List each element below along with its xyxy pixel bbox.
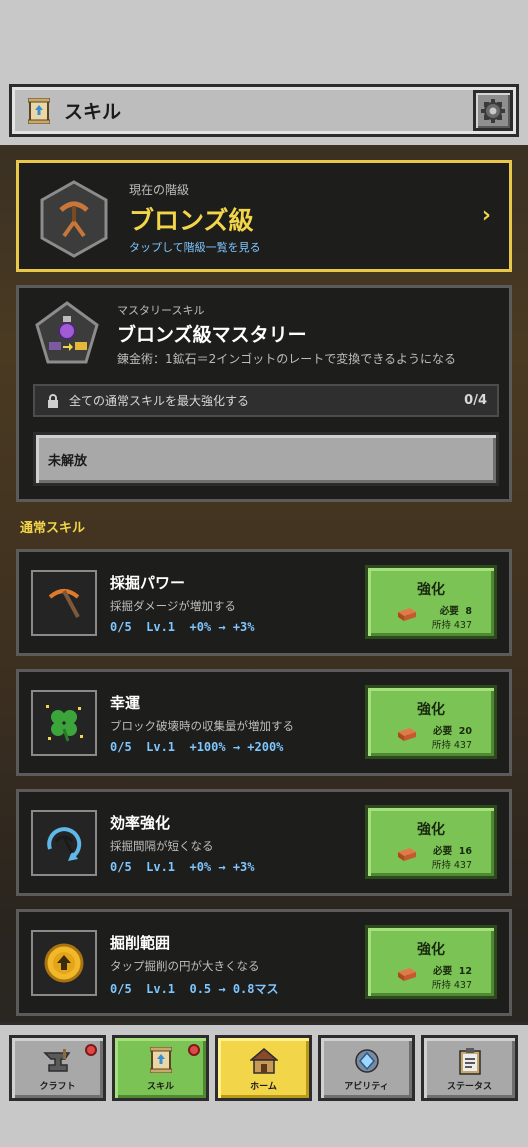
cost-required: 必要 12 <box>433 966 472 977</box>
clipboard-icon <box>458 1048 481 1075</box>
skill-description: タップ掘削の円が大きくなる <box>110 959 260 973</box>
nav-label: ホーム <box>250 1082 277 1092</box>
skill-name: 掘削範囲 <box>110 934 171 952</box>
nav-home[interactable]: ホーム <box>215 1035 312 1101</box>
cost-owned: 所持 437 <box>431 740 472 751</box>
current-rank-card[interactable]: 現在の階級 ブロンズ級 タップして階級一覧を見る › <box>16 160 512 272</box>
scroll-icon <box>149 1047 172 1073</box>
rank-emblem-icon <box>40 180 108 258</box>
skill-stats: 0/5 Lv.1 +0% → +3% <box>110 620 255 634</box>
nav-status[interactable]: ステータス <box>421 1035 518 1101</box>
section-title: 通常スキル <box>20 521 86 536</box>
skill-stats: 0/5 Lv.1 0.5 → 0.8マス <box>110 982 279 996</box>
upgrade-label: 強化 <box>417 822 445 838</box>
rank-label: 現在の階級 <box>129 183 190 197</box>
anvil-icon <box>42 1049 70 1072</box>
mastery-locked-button[interactable]: 未解放 <box>33 432 499 486</box>
efficiency-icon <box>47 827 82 861</box>
skill-name: 採掘パワー <box>110 574 186 592</box>
cost-required: 必要 16 <box>433 846 472 857</box>
upgrade-button[interactable]: 強化 必要 16 所持 437 <box>365 805 497 879</box>
nav-label: ステータス <box>446 1082 492 1092</box>
upgrade-label: 強化 <box>417 582 445 598</box>
skill-card: 効率強化 採掘間隔が短くなる 0/5 Lv.1 +0% → +3% 強化 必要 … <box>16 789 512 896</box>
skill-stats: 0/5 Lv.1 +100% → +200% <box>110 740 284 754</box>
mastery-label: マスタリースキル <box>117 304 205 317</box>
cost-owned: 所持 437 <box>431 620 472 631</box>
skill-stats: 0/5 Lv.1 +0% → +3% <box>110 860 255 874</box>
brick-icon <box>398 848 416 861</box>
clover-icon <box>46 705 83 742</box>
chevron-right-icon: › <box>481 203 491 228</box>
scroll-icon <box>28 97 50 124</box>
lock-icon <box>48 393 58 408</box>
range-icon <box>44 943 84 983</box>
nav-label: アビリティ <box>344 1082 389 1092</box>
skill-name: 幸運 <box>110 694 141 712</box>
cost-owned: 所持 437 <box>431 980 472 991</box>
rank-name: ブロンズ級 <box>129 206 254 235</box>
nav-label: スキル <box>146 1082 174 1092</box>
notification-badge <box>188 1044 200 1056</box>
condition-text: 全ての通常スキルを最大強化する <box>69 394 250 408</box>
cost-owned: 所持 437 <box>431 860 472 871</box>
bottom-nav: クラフト スキル ホーム アビリティ ステータス <box>0 1022 528 1147</box>
mastery-title: ブロンズ級マスタリー <box>117 324 307 346</box>
gear-icon <box>481 98 505 123</box>
settings-button[interactable] <box>473 90 513 131</box>
notification-badge <box>85 1044 97 1056</box>
screen-header: スキル <box>9 84 519 137</box>
house-icon <box>249 1048 278 1074</box>
nav-skill[interactable]: スキル <box>112 1035 209 1101</box>
skill-card: 採掘パワー 採掘ダメージが増加する 0/5 Lv.1 +0% → +3% 強化 … <box>16 549 512 656</box>
upgrade-label: 強化 <box>417 942 445 958</box>
rank-list-link[interactable]: タップして階級一覧を見る <box>129 239 261 255</box>
skill-icon-frame <box>31 690 97 756</box>
upgrade-button[interactable]: 強化 必要 8 所持 437 <box>365 565 497 639</box>
mastery-condition: 全ての通常スキルを最大強化する 0/4 <box>33 384 499 417</box>
page-title: スキル <box>64 101 122 123</box>
brick-icon <box>398 968 416 981</box>
skill-description: 採掘間隔が短くなる <box>110 839 214 853</box>
skill-icon-frame <box>31 570 97 636</box>
skill-icon-frame <box>31 930 97 996</box>
skill-card: 掘削範囲 タップ掘削の円が大きくなる 0/5 Lv.1 0.5 → 0.8マス … <box>16 909 512 1016</box>
pickaxe-icon <box>48 589 80 618</box>
upgrade-button[interactable]: 強化 必要 12 所持 437 <box>365 925 497 999</box>
nav-ability[interactable]: アビリティ <box>318 1035 415 1101</box>
upgrade-label: 強化 <box>417 702 445 718</box>
mastery-potion-icon <box>35 301 99 364</box>
skill-description: ブロック破壊時の収集量が増加する <box>110 719 294 733</box>
brick-icon <box>398 608 416 621</box>
skill-name: 効率強化 <box>110 814 171 832</box>
skill-card: 幸運 ブロック破壊時の収集量が増加する 0/5 Lv.1 +100% → +20… <box>16 669 512 776</box>
cost-required: 必要 8 <box>439 606 472 617</box>
upgrade-button[interactable]: 強化 必要 20 所持 437 <box>365 685 497 759</box>
condition-progress: 0/4 <box>464 393 487 408</box>
mastery-card: マスタリースキル ブロンズ級マスタリー 錬金術：1鉱石＝2インゴットのレートで変… <box>16 285 512 502</box>
cost-required: 必要 20 <box>433 726 472 737</box>
nav-craft[interactable]: クラフト <box>9 1035 106 1101</box>
skill-icon-frame <box>31 810 97 876</box>
gem-icon <box>354 1049 379 1073</box>
mastery-description: 錬金術：1鉱石＝2インゴットのレートで変換できるようになる <box>117 352 457 366</box>
brick-icon <box>398 728 416 741</box>
nav-label: クラフト <box>39 1082 76 1092</box>
skill-description: 採掘ダメージが増加する <box>110 599 236 613</box>
